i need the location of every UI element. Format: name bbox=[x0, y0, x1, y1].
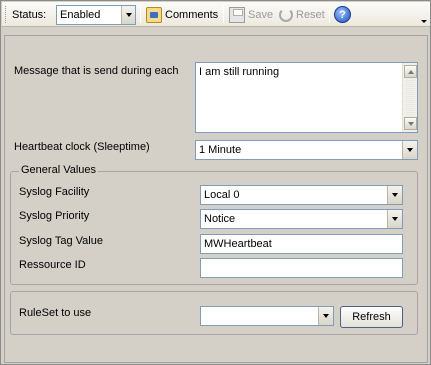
reset-button[interactable]: Reset bbox=[279, 2, 325, 27]
scroll-up-icon[interactable] bbox=[404, 65, 417, 78]
heartbeat-config-window: Status: Enabled Comments Save Reset ? Me… bbox=[0, 0, 431, 365]
resource-id-input[interactable] bbox=[200, 258, 403, 278]
toolbar-separator bbox=[140, 6, 141, 23]
toolbar: Status: Enabled Comments Save Reset ? bbox=[2, 2, 430, 27]
ruleset-select[interactable] bbox=[200, 306, 334, 326]
message-textarea[interactable]: I am still running bbox=[195, 62, 418, 133]
refresh-button[interactable]: Refresh bbox=[340, 306, 403, 328]
group-title: General Values bbox=[19, 164, 99, 176]
save-label: Save bbox=[248, 8, 274, 21]
tag-label: Syslog Tag Value bbox=[19, 235, 103, 247]
tag-value: MWHeartbeat bbox=[204, 238, 272, 250]
resource-label: Ressource ID bbox=[19, 259, 86, 271]
priority-label: Syslog Priority bbox=[19, 210, 90, 222]
toolbar-separator bbox=[329, 6, 330, 23]
comments-icon bbox=[146, 6, 162, 23]
comments-label: Comments bbox=[165, 8, 219, 21]
tag-input[interactable]: MWHeartbeat bbox=[200, 234, 403, 254]
toolbar-grip[interactable] bbox=[5, 6, 8, 23]
message-scrollbar[interactable] bbox=[402, 63, 417, 132]
facility-label: Syslog Facility bbox=[19, 186, 90, 198]
save-button[interactable]: Save bbox=[229, 2, 273, 27]
status-select-value: Enabled bbox=[60, 9, 101, 21]
toolbar-separator bbox=[223, 6, 224, 23]
chevron-down-icon[interactable] bbox=[387, 210, 402, 228]
chevron-down-icon[interactable] bbox=[121, 6, 135, 24]
ruleset-label: RuleSet to use bbox=[19, 307, 92, 319]
status-select[interactable]: Enabled bbox=[56, 5, 136, 25]
chevron-down-icon[interactable] bbox=[402, 141, 417, 159]
reset-label: Reset bbox=[296, 8, 325, 21]
message-label: Message that is send during each bbox=[14, 65, 179, 77]
toolbar-overflow-button[interactable] bbox=[419, 3, 429, 27]
help-icon[interactable]: ? bbox=[334, 6, 351, 23]
facility-value: Local 0 bbox=[204, 189, 240, 201]
scroll-down-icon[interactable] bbox=[404, 117, 417, 130]
message-text: I am still running bbox=[199, 66, 280, 78]
priority-value: Notice bbox=[204, 213, 236, 225]
heartbeat-label: Heartbeat clock (Sleeptime) bbox=[14, 141, 150, 153]
reset-icon bbox=[279, 8, 293, 22]
refresh-label: Refresh bbox=[352, 311, 391, 323]
chevron-down-icon[interactable] bbox=[387, 186, 402, 204]
scroll-track[interactable] bbox=[406, 80, 415, 117]
priority-select[interactable]: Notice bbox=[200, 209, 403, 229]
heartbeat-select[interactable]: 1 Minute bbox=[195, 140, 418, 160]
heartbeat-value: 1 Minute bbox=[199, 144, 242, 156]
chevron-down-icon[interactable] bbox=[318, 307, 333, 325]
status-label: Status: bbox=[12, 8, 47, 21]
facility-select[interactable]: Local 0 bbox=[200, 185, 403, 205]
save-icon bbox=[229, 6, 245, 23]
comments-button[interactable]: Comments bbox=[146, 2, 218, 27]
